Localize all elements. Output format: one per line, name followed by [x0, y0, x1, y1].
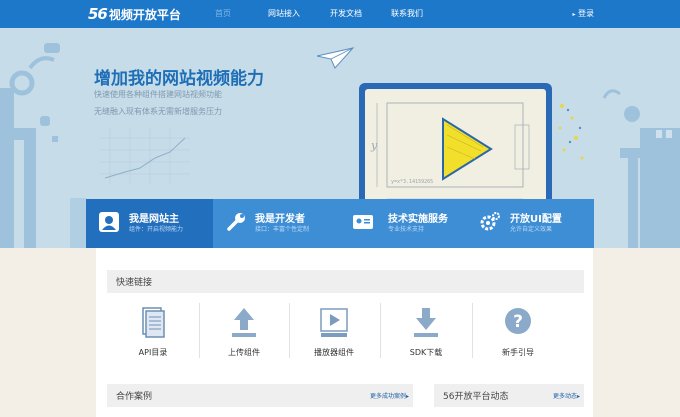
- quick-link-label: 新手引导: [502, 348, 534, 357]
- top-navigation-bar: 56 视频开放平台 首页 网站接入 开发文档 联系我们 ▸ 登录: [0, 0, 680, 28]
- quick-link-player-component[interactable]: 播放器组件: [289, 304, 379, 360]
- gear-icon: [480, 212, 500, 231]
- play-sketch: y x y=x*3.14159265: [370, 102, 530, 208]
- nav-contact-us[interactable]: 联系我们: [391, 0, 423, 28]
- document-icon: [142, 307, 165, 338]
- hero-title: 增加我的网站视频能力: [94, 69, 264, 89]
- tab-tech-service-sub: 专业技术支持: [388, 226, 425, 233]
- hero-line-2: 无缝融入现有体系无需新增服务压力: [94, 107, 222, 116]
- tab-developer-title: 我是开发者: [255, 214, 305, 225]
- id-card-icon: [353, 215, 373, 229]
- tab-ui-config-title: 开放UI配置: [510, 214, 562, 225]
- tab-site-owner-title: 我是网站主: [129, 214, 179, 225]
- arrow-right-icon: ▸: [572, 11, 576, 18]
- more-news-link[interactable]: 更多动态▸: [553, 391, 580, 400]
- partner-cases-header: 合作案例 更多成功案例▸: [107, 384, 413, 407]
- svg-text:?: ?: [513, 312, 523, 332]
- wrench-icon: [227, 213, 245, 231]
- quick-link-label: 上传组件: [228, 348, 260, 357]
- tab-site-owner[interactable]: 我是网站主 组件：开启视频能力: [86, 199, 213, 248]
- hero-line-1: 快速使用各种组件搭建网站视频功能: [94, 90, 222, 99]
- user-icon: [99, 212, 119, 232]
- download-icon: [414, 308, 438, 337]
- board-formula: y=x*3.14159265: [391, 179, 433, 185]
- upload-icon: [232, 308, 256, 337]
- tab-tech-service-title: 技术实施服务: [388, 214, 448, 225]
- player-icon: [320, 308, 348, 337]
- login-link[interactable]: ▸ 登录: [572, 0, 594, 28]
- sparkle-decoration: [558, 104, 584, 160]
- left-decoration-illustration: [0, 43, 86, 248]
- content-card: 快速链接 API目录 上传组件 播放器组件 SDK下载 ? 新手引导 合作案例 …: [96, 248, 593, 417]
- site-logo[interactable]: 56 视频开放平台: [88, 5, 181, 23]
- quick-link-label: 播放器组件: [314, 348, 354, 357]
- nav-developer-docs[interactable]: 开发文档: [330, 0, 362, 28]
- tab-ui-config-sub: 允许自定义效果: [510, 226, 553, 233]
- feature-tabs: 我是网站主 组件：开启视频能力 我是开发者 接口：丰富个性定制 技术实施服务 专…: [86, 199, 594, 248]
- platform-news-title: 56开放平台动态: [443, 392, 509, 402]
- quick-link-beginner-guide[interactable]: ? 新手引导: [473, 304, 563, 360]
- quick-links-header: 快速链接: [107, 270, 584, 293]
- video-board-illustration: y x y=x*3.14159265: [359, 83, 552, 213]
- login-label: 登录: [578, 9, 594, 18]
- more-cases-link[interactable]: 更多成功案例▸: [370, 391, 409, 400]
- paper-plane-icon: [316, 47, 355, 69]
- tab-developer-sub: 接口：丰富个性定制: [255, 226, 310, 233]
- platform-news-header: 56开放平台动态 更多动态▸: [434, 384, 584, 407]
- tab-ui-config[interactable]: 开放UI配置 允许自定义效果: [467, 199, 594, 248]
- logo-mark: 56: [88, 5, 108, 23]
- nav-home[interactable]: 首页: [215, 0, 231, 28]
- partner-cases-title: 合作案例: [116, 392, 153, 402]
- tab-tech-service[interactable]: 技术实施服务 专业技术支持: [340, 199, 467, 248]
- quick-link-label: API目录: [138, 348, 168, 357]
- quick-links-title: 快速链接: [116, 278, 153, 288]
- question-icon: ?: [505, 308, 531, 334]
- board-y-label: y: [370, 139, 378, 152]
- quick-link-api-directory[interactable]: API目录: [108, 304, 198, 360]
- right-decoration-illustration: [602, 89, 680, 248]
- quick-link-sdk-download[interactable]: SDK下载: [381, 304, 471, 360]
- quick-link-label: SDK下载: [409, 348, 443, 357]
- logo-text: 视频开放平台: [108, 7, 181, 22]
- quick-link-upload-component[interactable]: 上传组件: [199, 304, 289, 360]
- tab-developer[interactable]: 我是开发者 接口：丰富个性定制: [213, 199, 340, 248]
- sketch-chart-decoration: [100, 128, 190, 184]
- nav-site-integration[interactable]: 网站接入: [268, 0, 300, 28]
- tab-site-owner-sub: 组件：开启视频能力: [129, 226, 184, 233]
